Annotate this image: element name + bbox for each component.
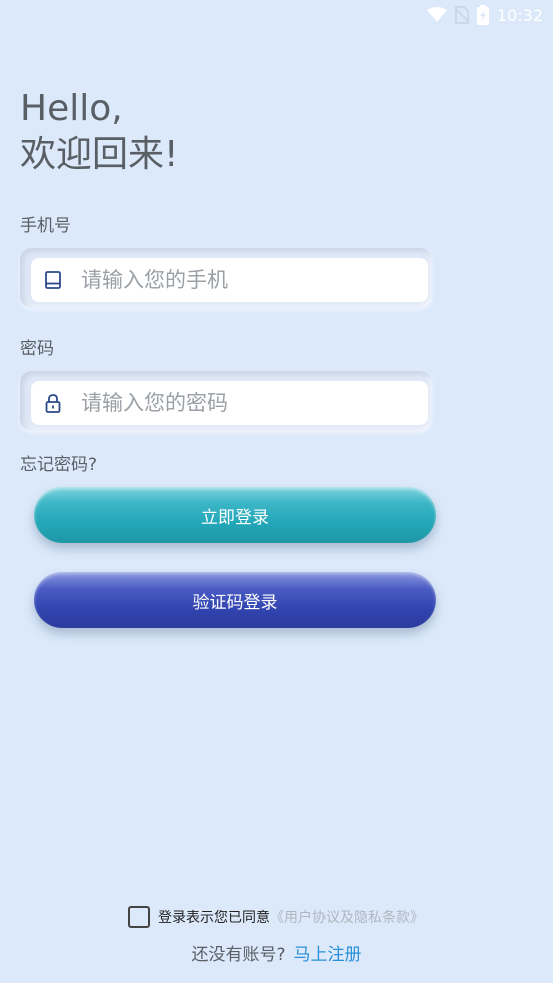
password-field-box[interactable] <box>31 381 428 425</box>
status-time: 10:32 <box>496 5 543 25</box>
register-row: 还没有账号? 马上注册 <box>0 940 553 965</box>
no-sim-icon <box>454 6 469 24</box>
phone-icon <box>31 271 75 289</box>
wifi-icon <box>426 7 447 23</box>
register-question: 还没有账号? <box>191 945 286 965</box>
lock-icon <box>31 393 75 413</box>
agreement-link[interactable]: 《用户协议及隐私条款》 <box>270 910 424 926</box>
register-link[interactable]: 马上注册 <box>294 945 362 965</box>
greeting-hello: Hello, <box>20 88 123 129</box>
greeting-welcome: 欢迎回来! <box>20 134 179 175</box>
greeting: Hello, 欢迎回来! <box>20 86 178 178</box>
password-input[interactable] <box>75 391 428 415</box>
agreement-row: 登录表示您已同意《用户协议及隐私条款》 <box>128 906 424 928</box>
forgot-password-link[interactable]: 忘记密码? <box>20 450 97 475</box>
phone-field-container <box>20 248 432 308</box>
phone-field-box[interactable] <box>31 258 428 302</box>
agreement-text: 登录表示您已同意 <box>158 910 270 926</box>
battery-charging-icon <box>476 5 489 25</box>
phone-label: 手机号 <box>20 216 71 236</box>
phone-input[interactable] <box>75 268 428 292</box>
password-label: 密码 <box>20 339 54 359</box>
agreement-checkbox[interactable] <box>128 906 150 928</box>
login-button[interactable]: 立即登录 <box>34 487 436 543</box>
status-bar: 10:32 <box>0 0 553 30</box>
code-login-button[interactable]: 验证码登录 <box>34 572 436 628</box>
password-field-container <box>20 371 432 431</box>
